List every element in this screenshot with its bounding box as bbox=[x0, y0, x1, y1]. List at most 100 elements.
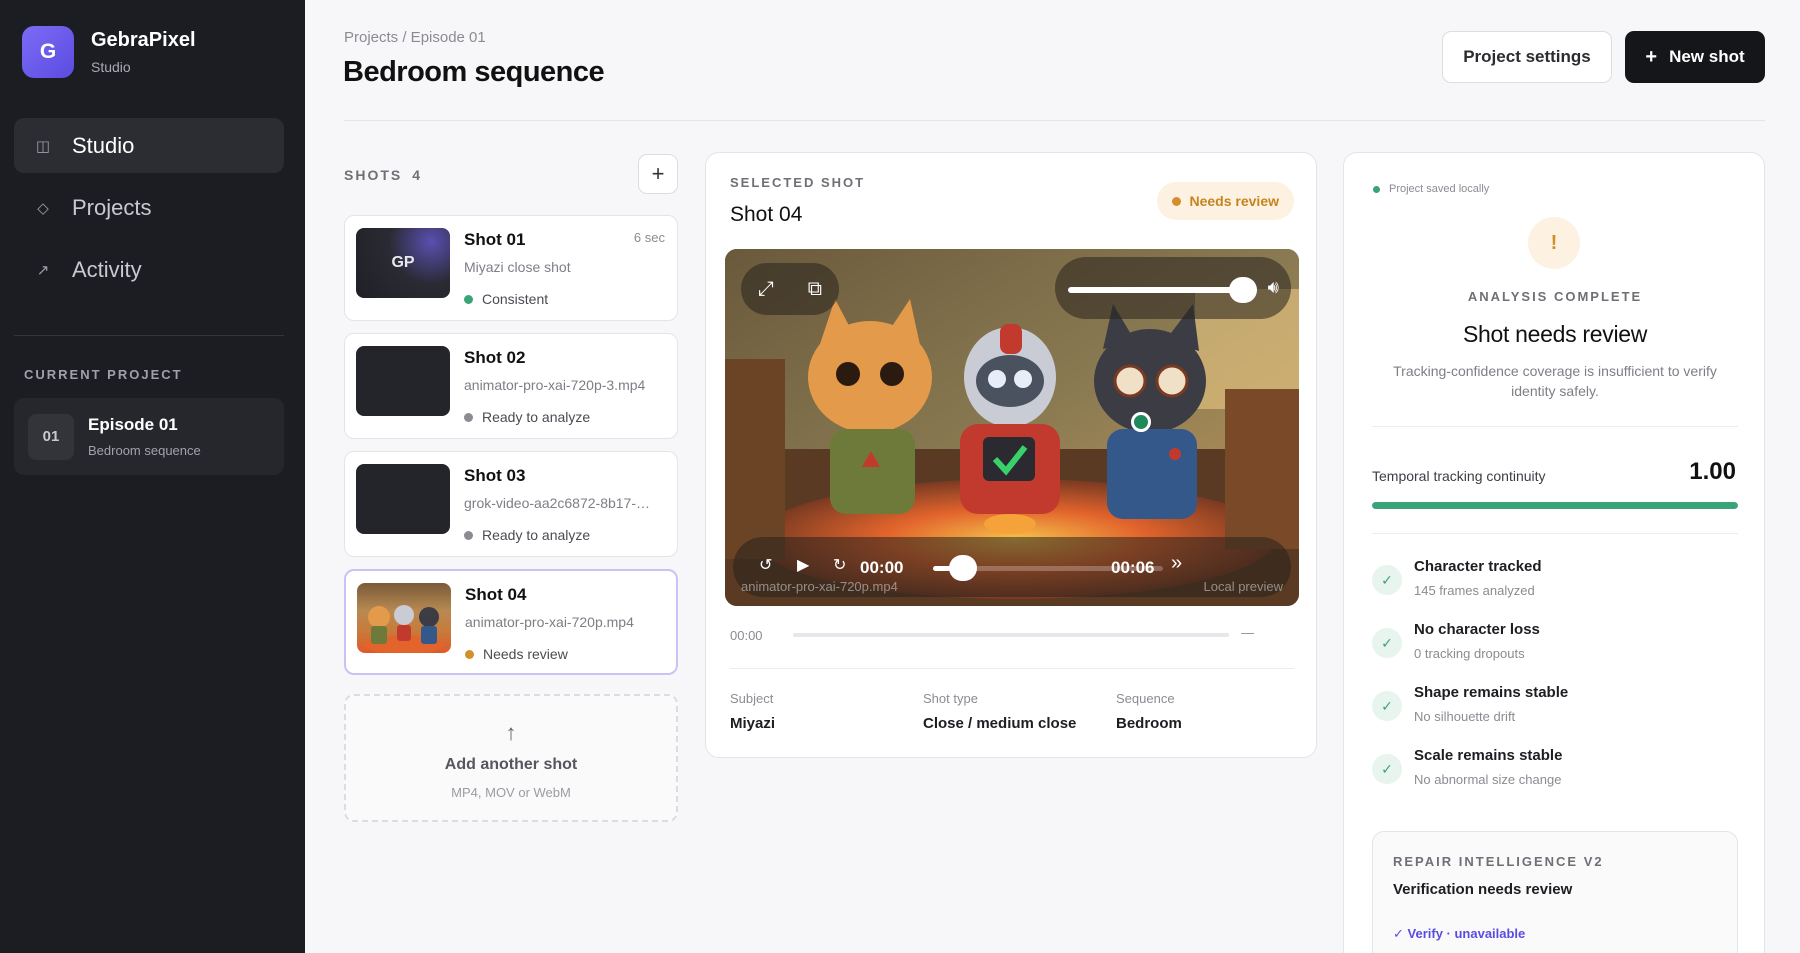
brand[interactable]: G GebraPixel Studio bbox=[22, 26, 196, 78]
metric-bar-fill bbox=[1372, 502, 1738, 509]
shots-label: SHOTS bbox=[344, 167, 403, 183]
status-badge-text: Needs review bbox=[1189, 193, 1280, 209]
selected-shot-title: Shot 04 bbox=[730, 203, 803, 226]
timeline-end: — bbox=[1241, 625, 1254, 640]
shot-title: Shot 03 bbox=[464, 466, 526, 485]
shot-card-04[interactable]: Shot 04 animator-pro-xai-720p.mp4 Needs … bbox=[344, 569, 678, 675]
add-another-shot-dropzone[interactable]: ↑ Add another shot MP4, MOV or WebM bbox=[344, 694, 678, 822]
metric-bar bbox=[1372, 502, 1738, 509]
current-project-label: CURRENT PROJECT bbox=[24, 367, 183, 382]
shots-count: 4 bbox=[412, 167, 423, 183]
status-text: Consistent bbox=[482, 291, 549, 307]
current-project-card[interactable]: 01 Episode 01 Bedroom sequence bbox=[14, 398, 284, 475]
shot-filename: Miyazi close shot bbox=[464, 259, 571, 275]
check-title: No character loss bbox=[1414, 621, 1540, 638]
brand-logo: G bbox=[22, 26, 74, 78]
timeline-time: 00:00 bbox=[730, 628, 763, 643]
sidebar-item-studio[interactable]: ◫ Studio bbox=[14, 118, 284, 173]
upload-title: Add another shot bbox=[444, 756, 578, 773]
video-top-controls: ⤢ ⧉ bbox=[741, 263, 839, 315]
shot-card-03[interactable]: Shot 03 grok-video-aa2c6872-8b17-… Ready… bbox=[344, 451, 678, 557]
check-title: Character tracked bbox=[1414, 558, 1542, 575]
status-dot bbox=[464, 530, 473, 540]
saved-dot bbox=[1373, 185, 1380, 193]
check-icon: ✓ bbox=[1372, 628, 1402, 658]
diamond-icon: ◇ bbox=[37, 199, 49, 217]
shot-card-02[interactable]: Shot 02 animator-pro-xai-720p-3.mp4 Read… bbox=[344, 333, 678, 439]
meta-key: Subject bbox=[730, 691, 774, 706]
sidebar-item-projects[interactable]: ◇ Projects bbox=[14, 180, 284, 235]
project-subtitle: Bedroom sequence bbox=[88, 443, 201, 458]
meta-sequence: Sequence Bedroom bbox=[1116, 691, 1182, 732]
repair-label: REPAIR INTELLIGENCE V2 bbox=[1393, 854, 1604, 869]
panel-divider bbox=[730, 668, 1294, 669]
metric-label: Temporal tracking continuity bbox=[1372, 468, 1546, 484]
shot-status: Consistent bbox=[464, 291, 548, 307]
meta-key: Sequence bbox=[1116, 691, 1175, 706]
status-text: Ready to analyze bbox=[482, 409, 591, 425]
playback-progress-handle[interactable] bbox=[949, 555, 977, 581]
shot-filename: animator-pro-xai-720p-3.mp4 bbox=[464, 377, 646, 393]
video-player[interactable]: ⤢ ⧉ 🔊︎ ↺ ▶ ↻ 00:00 00:06 » animator-pro-… bbox=[725, 249, 1299, 606]
upload-formats: MP4, MOV or WebM bbox=[451, 785, 571, 800]
project-settings-button[interactable]: Project settings bbox=[1442, 31, 1612, 83]
check-icon: ✓ bbox=[1372, 691, 1402, 721]
rewind-15-icon[interactable]: ↺ bbox=[759, 555, 772, 575]
shot-filename: grok-video-aa2c6872-8b17-… bbox=[464, 495, 650, 511]
verify-link[interactable]: ✓ Verify · unavailable bbox=[1393, 926, 1525, 942]
shot-status: Ready to analyze bbox=[464, 409, 590, 425]
new-shot-label: New shot bbox=[1669, 47, 1745, 66]
sidebar-item-activity[interactable]: ↗ Activity bbox=[14, 242, 284, 297]
status-dot bbox=[465, 649, 474, 659]
selected-shot-label: SELECTED SHOT bbox=[730, 175, 866, 190]
warning-icon: ! bbox=[1528, 217, 1580, 269]
video-source: Local preview bbox=[1203, 579, 1284, 594]
thumbnail-scene bbox=[364, 605, 444, 653]
play-icon[interactable]: ▶ bbox=[797, 555, 809, 575]
total-time: 00:06 bbox=[1111, 558, 1155, 577]
volume-icon[interactable]: 🔊︎ bbox=[1268, 277, 1279, 298]
volume-slider-track[interactable] bbox=[1068, 287, 1238, 293]
status-dot bbox=[464, 412, 473, 422]
panel-icon: ◫ bbox=[35, 137, 51, 155]
brand-name: GebraPixel bbox=[91, 29, 196, 51]
shot-title: Shot 01 bbox=[464, 230, 526, 249]
check-scale-stable: ✓ Scale remains stable No abnormal size … bbox=[1372, 747, 1738, 797]
status-dot bbox=[1171, 196, 1181, 206]
video-filename: animator-pro-xai-720p.mp4 bbox=[741, 579, 898, 594]
repair-intelligence-card: REPAIR INTELLIGENCE V2 Verification need… bbox=[1372, 831, 1738, 953]
shot-card-01[interactable]: GP Shot 01 6 sec Miyazi close shot Consi… bbox=[344, 215, 678, 321]
project-number: 01 bbox=[28, 413, 74, 460]
add-shot-button[interactable]: + bbox=[638, 154, 678, 194]
save-status: Project saved locally bbox=[1373, 183, 1489, 195]
shot-title: Shot 02 bbox=[464, 348, 526, 367]
breadcrumb[interactable]: Projects / Episode 01 bbox=[344, 29, 486, 46]
shot-duration: 6 sec bbox=[633, 230, 665, 245]
timeline-scrubber[interactable] bbox=[793, 633, 1229, 637]
shot-status: Ready to analyze bbox=[464, 527, 590, 543]
forward-15-icon[interactable]: ↻ bbox=[833, 555, 846, 575]
project-title: Episode 01 bbox=[88, 415, 178, 434]
analysis-divider bbox=[1372, 426, 1738, 427]
sidebar-divider bbox=[14, 335, 284, 336]
check-subtitle: No abnormal size change bbox=[1414, 772, 1562, 787]
page-title: Bedroom sequence bbox=[343, 56, 605, 88]
volume-slider-handle[interactable] bbox=[1229, 277, 1257, 303]
check-icon: ✓ bbox=[1372, 754, 1402, 784]
fullscreen-icon[interactable]: ⤢ bbox=[758, 278, 774, 301]
picture-in-picture-icon[interactable]: ⧉ bbox=[808, 278, 822, 301]
sidebar: G GebraPixel Studio ◫ Studio ◇ Projects … bbox=[0, 0, 305, 953]
new-shot-button[interactable]: + New shot bbox=[1625, 31, 1765, 83]
check-subtitle: 145 frames analyzed bbox=[1414, 583, 1535, 598]
analysis-title: Shot needs review bbox=[1462, 321, 1648, 347]
shot-title: Shot 04 bbox=[465, 585, 527, 604]
shot-thumbnail bbox=[356, 346, 450, 416]
brand-sub: Studio bbox=[91, 59, 131, 75]
skip-forward-icon[interactable]: » bbox=[1171, 552, 1182, 575]
status-badge: Needs review bbox=[1156, 182, 1294, 220]
status-dot bbox=[464, 294, 473, 304]
check-shape-stable: ✓ Shape remains stable No silhouette dri… bbox=[1372, 684, 1738, 734]
meta-value: Miyazi bbox=[730, 715, 776, 732]
sidebar-item-label: Activity bbox=[72, 256, 142, 282]
volume-control[interactable]: 🔊︎ bbox=[1055, 257, 1291, 319]
